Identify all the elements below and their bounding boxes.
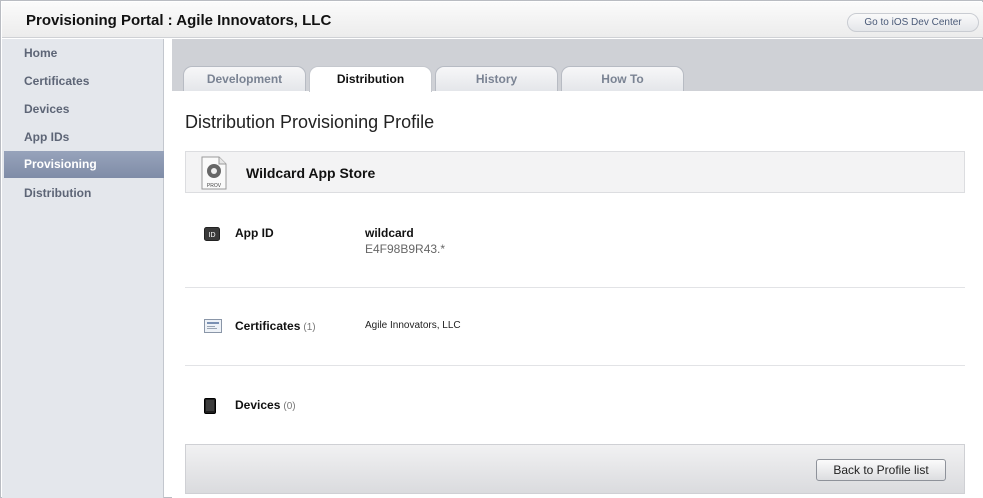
dev-center-link[interactable]: Go to iOS Dev Center bbox=[847, 13, 979, 32]
sidebar-item-provisioning[interactable]: Provisioning bbox=[4, 151, 164, 178]
devices-count: (0) bbox=[283, 401, 296, 412]
portal-header: Provisioning Portal : Agile Innovators, … bbox=[2, 2, 983, 38]
tab-history[interactable]: History bbox=[435, 66, 558, 91]
sidebar-item-home[interactable]: Home bbox=[4, 40, 164, 67]
tab-bar: Development Distribution History How To bbox=[172, 39, 983, 92]
sidebar-item-distribution[interactable]: Distribution bbox=[4, 180, 164, 207]
device-icon bbox=[204, 398, 216, 419]
svg-text:PROV: PROV bbox=[207, 183, 222, 189]
sidebar: Home Certificates Devices App IDs Provis… bbox=[2, 39, 164, 498]
provisioning-profile-icon: PROV bbox=[201, 156, 227, 190]
app-id-identifier: E4F98B9R43.* bbox=[365, 242, 446, 256]
certificate-value: Agile Innovators, LLC bbox=[365, 320, 461, 331]
certificates-count: (1) bbox=[303, 322, 316, 333]
main-content: Development Distribution History How To … bbox=[172, 39, 983, 498]
portal-window: Provisioning Portal : Agile Innovators, … bbox=[0, 0, 983, 498]
certificates-row: Certificates (1) Agile Innovators, LLC bbox=[185, 288, 965, 366]
devices-label: Devices (0) bbox=[235, 398, 296, 412]
back-to-profile-list-button[interactable]: Back to Profile list bbox=[816, 459, 946, 481]
tab-development[interactable]: Development bbox=[183, 66, 306, 91]
app-id-label: App ID bbox=[235, 226, 274, 240]
page-title: Distribution Provisioning Profile bbox=[185, 112, 435, 132]
certificate-icon bbox=[204, 319, 222, 338]
tab-how-to[interactable]: How To bbox=[561, 66, 684, 91]
certificates-label: Certificates (1) bbox=[235, 319, 316, 333]
profile-name: Wildcard App Store bbox=[246, 165, 376, 181]
svg-text:ID: ID bbox=[209, 232, 216, 239]
app-id-name: wildcard bbox=[365, 226, 414, 240]
page-header-title: Provisioning Portal : Agile Innovators, … bbox=[26, 12, 332, 29]
app-id-icon: ID bbox=[204, 227, 220, 246]
devices-row: Devices (0) bbox=[185, 366, 965, 444]
tab-distribution[interactable]: Distribution bbox=[309, 66, 432, 92]
sidebar-item-devices[interactable]: Devices bbox=[4, 96, 164, 123]
sidebar-item-app-ids[interactable]: App IDs bbox=[4, 124, 164, 151]
footer-action-bar: Back to Profile list bbox=[185, 444, 965, 494]
app-id-row: ID App ID wildcard E4F98B9R43.* bbox=[185, 211, 965, 288]
sidebar-item-certificates[interactable]: Certificates bbox=[4, 68, 164, 95]
profile-header: PROV Wildcard App Store bbox=[185, 151, 965, 193]
